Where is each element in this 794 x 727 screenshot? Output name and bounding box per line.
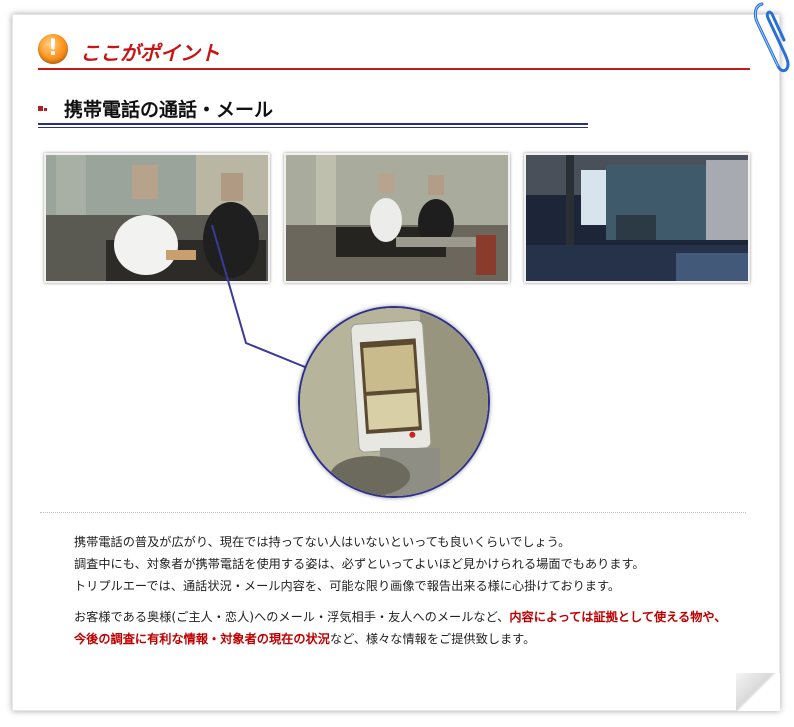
paragraph-line: 調査中にも、対象者が携帯電話を使用する姿は、必ずといってよいほど見かけられる場面… (74, 557, 645, 571)
description-paragraph-2: お客様である奥様(ご主人・恋人)へのメール・浮気相手・友人へのメールなど、内容に… (74, 606, 734, 650)
paragraph-line: トリプルエーでは、通話状況・メール内容を、可能な限り画像で報告出来る様に心掛けて… (74, 579, 621, 593)
description-paragraph-1: 携帯電話の普及が広がり、現在では持ってない人はいないといっても良いくらいでしょう… (74, 531, 734, 597)
page-curl-corner (736, 673, 780, 711)
paperclip-icon (753, 2, 790, 73)
point-title: ここがポイント (80, 41, 220, 65)
surveillance-photo-2 (284, 153, 510, 283)
section-header: 携帯電話の通話・メール (38, 93, 588, 128)
bullet-icon-small (44, 108, 47, 111)
paragraph-text: お客様である奥様(ご主人・恋人)へのメール・浮気相手・友人へのメールなど、 (74, 610, 510, 624)
dotted-divider (40, 512, 746, 513)
exclamation-icon: ! (38, 34, 68, 64)
phone-closeup-image (298, 306, 490, 498)
surveillance-photo-3 (524, 153, 750, 283)
section-underline (38, 123, 588, 125)
section-title: 携帯電話の通話・メール (64, 99, 274, 121)
surveillance-photo-1 (44, 153, 270, 283)
bullet-icon (38, 106, 43, 111)
paragraph-text: など、様々な情報をご提供致します。 (329, 632, 536, 646)
point-header: ! ここがポイント (38, 32, 750, 70)
section-underline-thin (38, 127, 588, 128)
paragraph-line: 携帯電話の普及が広がり、現在では持ってない人はいないといっても良いくらいでしょう… (74, 535, 571, 549)
